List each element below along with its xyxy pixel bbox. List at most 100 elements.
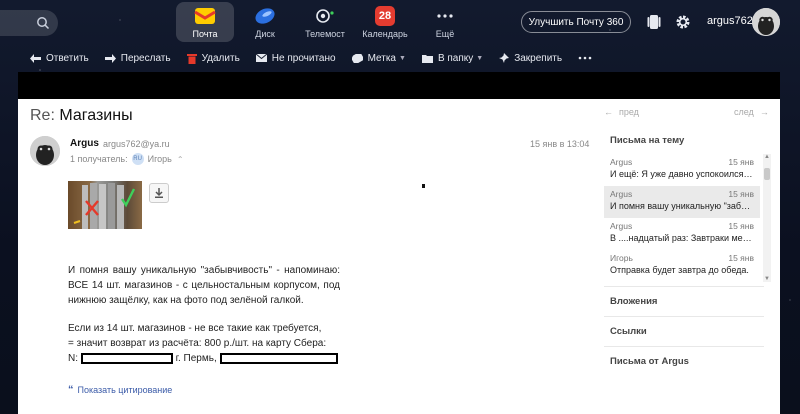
message-paragraph-2: Если из 14 шт. магазинов - не все такие … (68, 321, 340, 366)
label-dropdown-label: Метка (367, 52, 396, 64)
delete-button[interactable]: Удалить (186, 53, 240, 64)
reply-arrow-icon (30, 53, 41, 63)
forward-label: Переслать (120, 52, 171, 64)
move-to-folder-dropdown[interactable]: В папку ▼ (421, 52, 483, 64)
subject-prefix: Re: (30, 107, 55, 124)
thread-section-title[interactable]: Письма на тему (610, 135, 684, 146)
page-title: Re: Магазины (30, 107, 133, 125)
mark-unread-button[interactable]: Не прочитано (255, 52, 336, 64)
thread-item[interactable]: Игорь 15 янв Отправка будет завтра до об… (604, 250, 760, 282)
next-message-link[interactable]: след → (734, 107, 769, 117)
upgrade-button[interactable]: Улучшить Почту 360 (521, 11, 631, 33)
top-bar: Почта Диск Телемост 28 Календарь Ещё Улу… (0, 0, 800, 44)
pin-label: Закрепить (514, 52, 563, 64)
calendar-day-badge: 28 (375, 6, 395, 26)
scroll-down-icon[interactable]: ▼ (764, 276, 770, 282)
search-button[interactable] (0, 10, 58, 36)
paragraph-2-line-3: N: г. Пермь, (68, 351, 340, 366)
service-telemost-label: Телемост (305, 29, 345, 39)
redacted-card-number (80, 352, 173, 364)
calendar-icon: 28 (374, 5, 396, 27)
show-quote-label: Показать цитирование (77, 385, 173, 395)
service-disk[interactable]: Диск (236, 2, 294, 42)
sender-email[interactable]: argus762@ya.ru (103, 139, 170, 149)
disk-icon (254, 5, 276, 27)
thread-item[interactable]: Argus 15 янв И ещё: Я уже давно успокоил… (604, 154, 760, 186)
more-actions-button[interactable] (578, 56, 597, 60)
paragraph-2-line-1: Если из 14 шт. магазинов - не все такие … (68, 323, 322, 334)
chevron-up-icon[interactable]: ⌃ (177, 155, 184, 164)
attachments-section-title[interactable]: Вложения (610, 296, 657, 307)
mail-icon (194, 5, 216, 27)
recipients-label: 1 получатель: (70, 154, 128, 164)
thread-date: 15 янв (728, 157, 754, 167)
reply-label: Ответить (46, 52, 89, 64)
message-paragraph-1: И помня вашу уникальную "забывчивость" -… (68, 265, 340, 306)
scroll-up-icon[interactable]: ▲ (764, 154, 770, 160)
redacted-address (219, 352, 338, 364)
thread-item[interactable]: Argus 15 янв В ....надцатый раз: Завтрак… (604, 218, 760, 250)
more-dots-icon (434, 5, 456, 27)
thread-snippet: Отправка будет завтра до обеда. (610, 265, 749, 275)
service-calendar[interactable]: 28 Календарь (356, 2, 414, 42)
message-date: 15 янв в 13:04 (530, 139, 590, 149)
telemost-icon (314, 5, 336, 27)
pin-button[interactable]: Закрепить (499, 53, 562, 64)
attachment-thumbnail[interactable] (68, 181, 142, 229)
recipients-line[interactable]: 1 получатель: RU Игорь ⌃ (70, 153, 184, 165)
services-nav: Почта Диск Телемост 28 Календарь Ещё (176, 2, 476, 42)
message-panel: Re: Магазины Argus argus762@ya.ru 1 полу… (18, 99, 780, 414)
thread-snippet: В ....надцатый раз: Завтраки мен... (610, 233, 754, 243)
recipient-badge: RU (131, 153, 144, 165)
thread-scrollbar[interactable]: ▲ ▼ (763, 154, 771, 282)
prev-message-link[interactable]: ← пред (604, 107, 639, 117)
service-telemost[interactable]: Телемост (296, 2, 354, 42)
service-more[interactable]: Ещё (416, 2, 474, 42)
links-section-title[interactable]: Ссылки (610, 326, 647, 337)
thread-date: 15 янв (728, 189, 754, 199)
sender-name[interactable]: Argus (70, 138, 99, 149)
download-button[interactable] (149, 183, 169, 203)
sender-avatar[interactable] (30, 136, 60, 166)
search-icon (37, 17, 50, 30)
subject-text: Магазины (59, 107, 133, 124)
thread-snippet: И помня вашу уникальную "забыв... (610, 201, 754, 211)
thread-author: Argus (610, 221, 633, 231)
scrollbar-thumb[interactable] (764, 168, 770, 180)
more-dots-icon (578, 56, 592, 60)
arrow-left-icon: ← (604, 107, 613, 117)
thread-item-active[interactable]: Argus 15 янв И помня вашу уникальную "за… (604, 186, 760, 218)
label-dropdown[interactable]: Метка ▼ (351, 52, 406, 64)
city-text: г. Пермь, (175, 353, 217, 364)
folder-icon (421, 54, 433, 63)
from-sender-section-title[interactable]: Письма от Argus (610, 356, 689, 367)
thread-author: Argus (610, 189, 633, 199)
magazines-photo (73, 183, 136, 229)
phone-icon[interactable] (647, 14, 661, 30)
show-quote-link[interactable]: “ Показать цитирование (68, 384, 172, 396)
stray-dot (422, 184, 425, 188)
next-label: след (734, 107, 754, 117)
download-icon (155, 188, 163, 198)
mark-unread-label: Не прочитано (271, 52, 336, 64)
owl-avatar-icon (30, 136, 60, 166)
service-mail[interactable]: Почта (176, 2, 234, 42)
username[interactable]: argus762 (707, 15, 753, 27)
tag-icon (351, 53, 363, 63)
chevron-down-icon: ▼ (399, 54, 406, 62)
toolbar-divider-band (18, 72, 780, 99)
prev-label: пред (619, 107, 639, 117)
thread-date: 15 янв (728, 253, 754, 263)
service-mail-label: Почта (192, 29, 218, 39)
divider (604, 346, 764, 347)
reply-button[interactable]: Ответить (30, 53, 89, 64)
service-calendar-label: Календарь (362, 29, 408, 39)
thread-snippet: И ещё: Я уже давно успокоился, т... (610, 169, 754, 179)
thread-list: Argus 15 янв И ещё: Я уже давно успокоил… (604, 154, 760, 282)
avatar[interactable] (752, 8, 780, 36)
gear-icon[interactable] (675, 14, 691, 30)
thread-author: Argus (610, 157, 633, 167)
move-to-folder-label: В папку (437, 52, 474, 64)
forward-button[interactable]: Переслать (104, 52, 171, 64)
forward-arrow-icon (104, 53, 116, 63)
